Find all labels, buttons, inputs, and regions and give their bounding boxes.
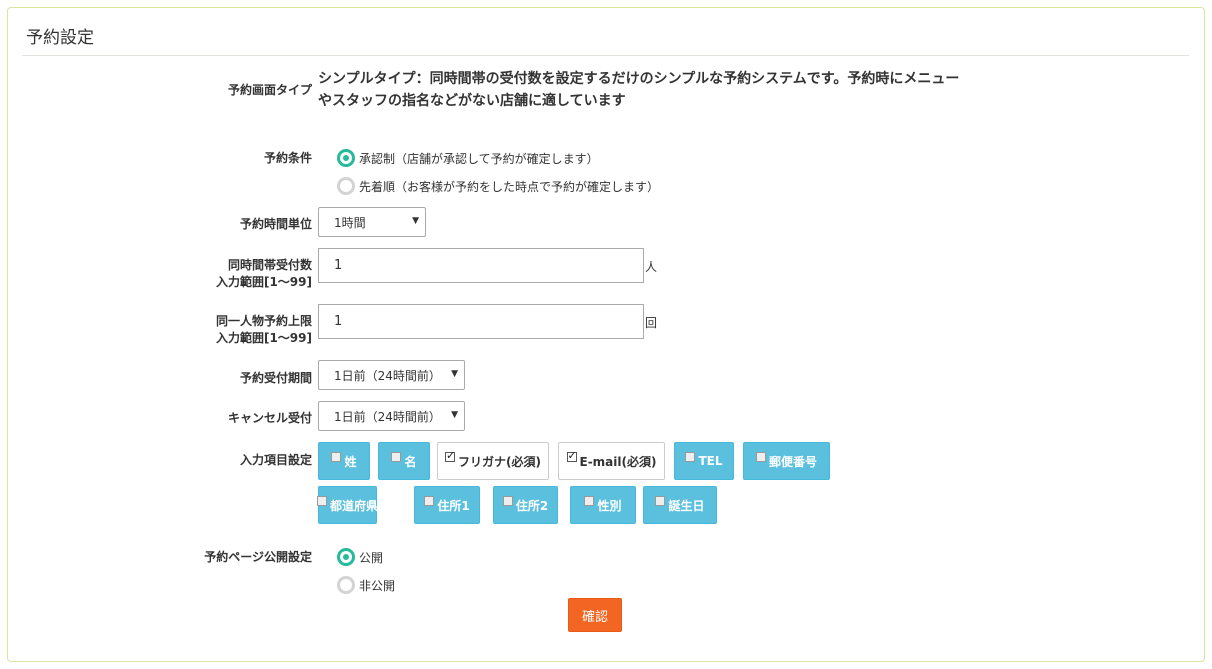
checkbox-icon — [445, 449, 455, 462]
field-chip-furigana[interactable]: フリガナ(必須) — [437, 442, 549, 480]
concurrent-unit: 人 — [645, 260, 658, 274]
field-chip-label: 誕生日 — [668, 498, 705, 513]
field-chip-label: 住所1 — [437, 498, 470, 513]
field-chip-label: 姓 — [344, 454, 357, 469]
field-chip-label: 都道府県 — [330, 498, 379, 513]
field-chip-email[interactable]: E-mail(必須) — [558, 442, 665, 480]
field-chip-label: TEL — [698, 454, 723, 468]
acceptance-period-select[interactable]: 1日前（24時間前） ▼ — [318, 360, 465, 390]
field-chip-label: 住所2 — [515, 498, 549, 513]
condition-option-approval[interactable]: 承認制（店舗が承認して予約が確定します） — [337, 148, 599, 168]
radio-icon — [337, 149, 355, 167]
field-chip-birthday[interactable]: 誕生日 — [643, 486, 717, 524]
visibility-label: 予約ページ公開設定 — [204, 550, 312, 564]
panel-title: 予約設定 — [26, 28, 94, 48]
concurrent-label-line2: 入力範囲[1〜99] — [215, 275, 312, 289]
checkbox-icon — [566, 449, 577, 462]
time-unit-select[interactable]: 1時間 ▼ — [318, 207, 426, 237]
confirm-button[interactable]: 確認 — [568, 598, 622, 632]
concurrent-label-line1: 同時間帯受付数 — [227, 258, 312, 272]
field-chip-label: 名 — [404, 454, 417, 469]
condition-option-label: 先着順（お客様が予約をした時点で予約が確定します） — [359, 179, 660, 194]
reservation-type-text: シンプルタイプ：同時間帯の受付数を設定するだけのシンプルな予約システムです。予約… — [318, 71, 960, 109]
per-person-input[interactable]: 1 — [318, 304, 644, 339]
radio-icon — [337, 576, 355, 594]
per-person-unit: 回 — [645, 316, 658, 330]
field-chip-label: E-mail(必須) — [579, 454, 657, 469]
divider — [22, 55, 1189, 56]
field-chip-gender[interactable]: 性別 — [570, 486, 636, 524]
radio-icon — [337, 177, 355, 195]
field-chip-tel[interactable]: TEL — [674, 442, 734, 480]
conditions-label: 予約条件 — [263, 151, 312, 165]
condition-option-first-come[interactable]: 先着順（お客様が予約をした時点で予約が確定します） — [337, 176, 659, 196]
radio-icon — [337, 548, 355, 566]
acceptance-period-label: 予約受付期間 — [239, 371, 312, 385]
caret-down-icon: ▼ — [451, 369, 458, 379]
checkbox-icon — [655, 496, 666, 506]
reservation-type-label: 予約画面タイプ — [227, 83, 312, 97]
field-chip-address1[interactable]: 住所1 — [414, 486, 480, 524]
field-chip-last-name[interactable]: 姓 — [318, 442, 370, 480]
cancel-select[interactable]: 1日前（24時間前） ▼ — [318, 401, 465, 431]
field-chip-postal-code[interactable]: 郵便番号 — [743, 442, 830, 480]
field-chip-prefecture[interactable]: 都道府県 — [317, 486, 379, 524]
field-chip-first-name[interactable]: 名 — [378, 442, 430, 480]
checkbox-icon — [584, 496, 595, 506]
checkbox-icon — [331, 452, 342, 462]
concurrent-value: 1 — [334, 258, 343, 273]
checkbox-icon — [502, 496, 513, 506]
visibility-option-private[interactable]: 非公開 — [337, 575, 395, 595]
field-chip-label: フリガナ(必須) — [458, 454, 541, 469]
checkbox-icon — [685, 452, 696, 462]
acceptance-period-value: 1日前（24時間前） — [334, 368, 441, 383]
visibility-option-label: 公開 — [359, 550, 384, 565]
concurrent-input[interactable]: 1 — [318, 248, 644, 283]
cancel-value: 1日前（24時間前） — [334, 409, 441, 424]
condition-option-label: 承認制（店舗が承認して予約が確定します） — [359, 151, 599, 166]
checkbox-icon — [755, 452, 766, 462]
fields-label: 入力項目設定 — [239, 453, 312, 467]
checkbox-icon — [317, 496, 327, 506]
per-person-value: 1 — [334, 314, 343, 329]
time-unit-value: 1時間 — [334, 215, 366, 230]
per-person-label: 同一人物予約上限 入力範囲[1〜99] — [216, 313, 312, 347]
visibility-option-label: 非公開 — [359, 578, 396, 593]
cancel-label: キャンセル受付 — [227, 411, 312, 425]
checkbox-icon — [391, 452, 402, 462]
per-person-label-line2: 入力範囲[1〜99] — [215, 331, 312, 345]
time-unit-label: 予約時間単位 — [239, 217, 312, 231]
visibility-option-public[interactable]: 公開 — [337, 547, 383, 567]
per-person-label-line1: 同一人物予約上限 — [215, 314, 312, 328]
field-chip-label: 性別 — [597, 498, 622, 513]
concurrent-label: 同時間帯受付数 入力範囲[1〜99] — [216, 257, 312, 291]
field-chip-address2[interactable]: 住所2 — [493, 486, 558, 524]
checkbox-icon — [424, 496, 435, 506]
field-chip-label: 郵便番号 — [768, 454, 817, 469]
caret-down-icon: ▼ — [451, 410, 458, 420]
caret-down-icon: ▼ — [412, 216, 419, 226]
